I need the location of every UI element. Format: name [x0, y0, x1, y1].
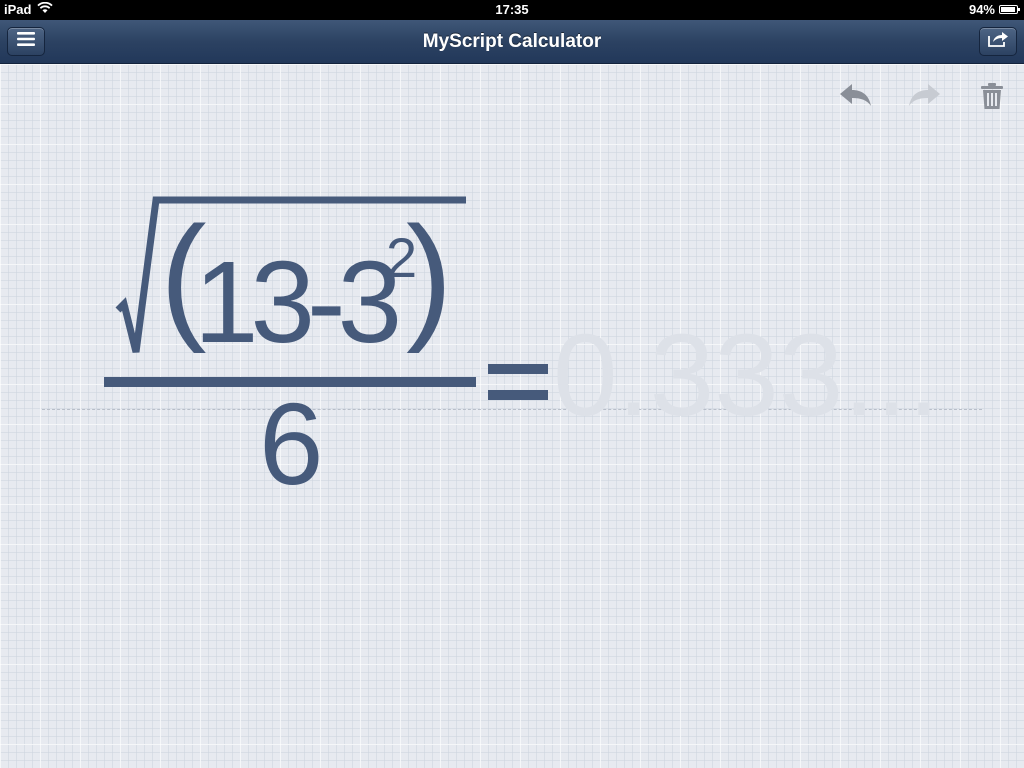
battery-icon	[999, 5, 1020, 14]
result-preview: 0.333...	[553, 310, 940, 440]
page-title: MyScript Calculator	[422, 31, 602, 52]
trash-icon	[981, 82, 1003, 114]
share-icon	[987, 31, 1009, 52]
undo-button[interactable]	[836, 80, 876, 116]
status-bar: iPad 17:35 94%	[0, 0, 1024, 20]
clear-button[interactable]	[972, 80, 1012, 116]
status-right: 94%	[968, 2, 1020, 17]
battery-percent: 94%	[968, 2, 995, 17]
nav-bar: MyScript Calculator	[0, 20, 1024, 64]
status-time: 17:35	[495, 2, 529, 17]
denominator: 6	[259, 379, 324, 509]
radicand: 13-3	[194, 237, 402, 367]
writing-canvas[interactable]: ( 13-3 2 ) 6 0.333...	[0, 64, 1024, 768]
redo-icon	[906, 82, 942, 115]
battery-fill	[1001, 7, 1016, 12]
share-button[interactable]	[979, 27, 1017, 56]
close-parenthesis: )	[406, 197, 453, 354]
equals-sign	[488, 364, 548, 400]
redo-button[interactable]	[904, 80, 944, 116]
equals-bar-top	[488, 364, 548, 374]
equals-bar-bottom	[488, 390, 548, 400]
undo-icon	[838, 82, 874, 115]
